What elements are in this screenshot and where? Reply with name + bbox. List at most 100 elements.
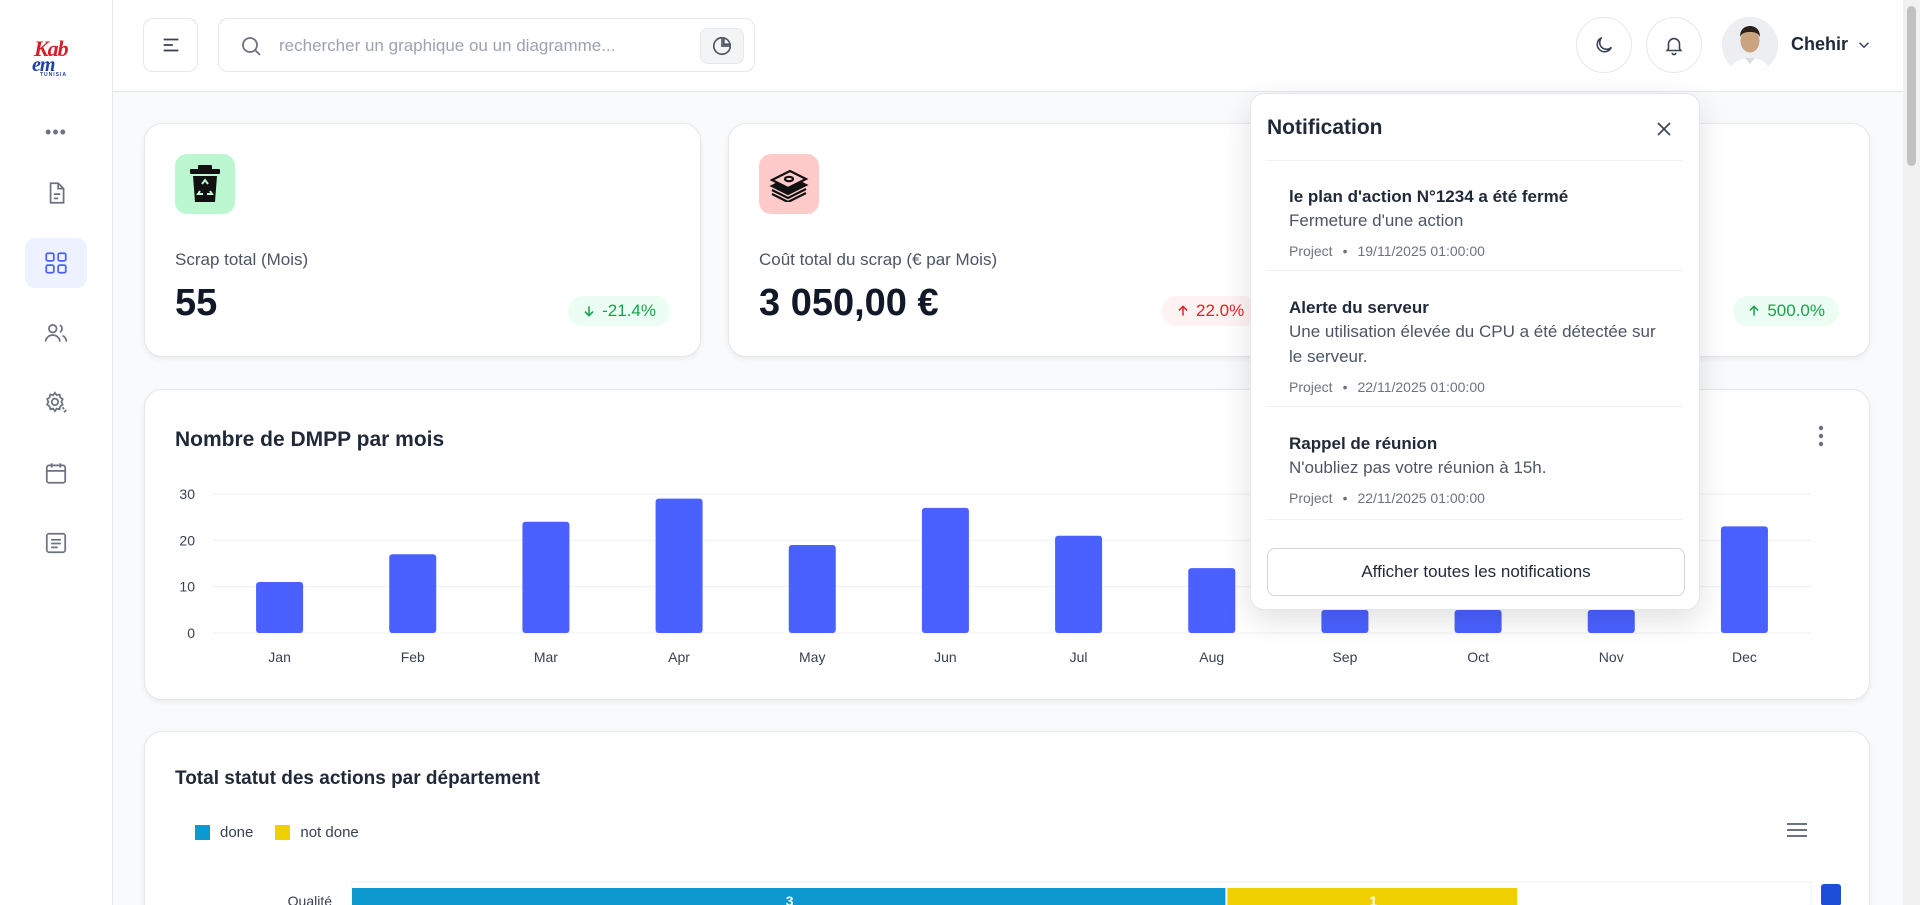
x-tick-label: Jun bbox=[934, 649, 957, 665]
bar-nov bbox=[1587, 609, 1635, 633]
kpi-change-value: 22.0% bbox=[1196, 301, 1245, 320]
data-label: 3 bbox=[786, 893, 794, 905]
logo-text-3: TUNISIA bbox=[40, 72, 67, 78]
notification-item-meta: Project • 22/11/2025 01:00:00 bbox=[1289, 490, 1485, 506]
notification-source: Project bbox=[1289, 379, 1333, 395]
sidebar-item-reports[interactable] bbox=[25, 518, 87, 568]
notification-title: Notification bbox=[1267, 116, 1383, 139]
kpi-change-badge: 22.0% bbox=[1162, 296, 1259, 326]
search-bar bbox=[218, 18, 755, 72]
close-icon[interactable] bbox=[1651, 116, 1677, 142]
kpi-label: Scrap total (Mois) bbox=[175, 250, 309, 269]
notification-time: 19/11/2025 01:00:00 bbox=[1357, 243, 1485, 259]
notification-item-title: Rappel de réunion bbox=[1289, 434, 1438, 453]
avatar-image bbox=[1722, 17, 1778, 73]
pie-chart-icon bbox=[712, 36, 732, 56]
x-tick-label: Feb bbox=[401, 649, 425, 665]
bar-jun bbox=[921, 507, 969, 633]
view-all-notifications-button[interactable]: Afficher toutes les notifications bbox=[1267, 548, 1685, 596]
kpi-value: 3 050,00 € bbox=[759, 282, 939, 324]
list-doc-icon bbox=[45, 532, 67, 554]
users-icon bbox=[44, 324, 68, 342]
sidebar-item-users[interactable] bbox=[25, 308, 87, 358]
sidebar-item-documents[interactable] bbox=[25, 168, 87, 218]
kpi-card-scrap: Scrap total (Mois) 55 -21.4% bbox=[144, 123, 701, 357]
bar-dec bbox=[1720, 526, 1768, 633]
bar-may bbox=[788, 544, 836, 633]
bar-feb bbox=[389, 554, 437, 633]
kpi-change-badge: 500.0% bbox=[1733, 296, 1839, 326]
user-name[interactable]: Chehir bbox=[1791, 34, 1848, 55]
more-dots-icon[interactable]: ••• bbox=[44, 122, 68, 142]
x-tick-label: Nov bbox=[1599, 649, 1624, 665]
moon-icon bbox=[1596, 36, 1613, 53]
notification-item-title: le plan d'action N°1234 a été fermé bbox=[1289, 187, 1569, 206]
sidebar: Kab em TUNISIA ••• bbox=[0, 0, 113, 905]
x-tick-label: Apr bbox=[668, 649, 690, 665]
kpi-value: 55 bbox=[175, 282, 218, 324]
search-icon bbox=[242, 37, 261, 56]
x-tick-label: Aug bbox=[1199, 649, 1224, 665]
notification-item-desc: Une utilisation élevée du CPU a été déte… bbox=[1289, 322, 1656, 366]
chart-search-button[interactable] bbox=[700, 28, 744, 64]
dot-separator: • bbox=[1342, 490, 1348, 506]
notification-item-title: Alerte du serveur bbox=[1289, 298, 1429, 317]
status-bar-chart: Qualité 3 1 bbox=[288, 881, 1841, 905]
page-scrollbar[interactable] bbox=[1903, 0, 1920, 905]
gear-icon bbox=[46, 391, 67, 413]
company-logo[interactable]: Kab em TUNISIA bbox=[30, 36, 82, 80]
bar-sep bbox=[1321, 609, 1369, 633]
calendar-icon bbox=[45, 463, 67, 484]
arrow-up-icon bbox=[1749, 305, 1759, 316]
notification-time: 22/11/2025 01:00:00 bbox=[1357, 379, 1485, 395]
money-icon bbox=[759, 154, 819, 214]
sidebar-item-calendar[interactable] bbox=[25, 448, 87, 498]
x-tick-label: Jan bbox=[268, 649, 291, 665]
notification-time: 22/11/2025 01:00:00 bbox=[1357, 490, 1485, 506]
x-tick-label: Mar bbox=[534, 649, 558, 665]
dark-mode-button[interactable] bbox=[1576, 17, 1632, 73]
arrow-up-icon bbox=[1178, 305, 1188, 316]
notification-panel: Notification le plan d'action N°1234 a é… bbox=[1250, 93, 1700, 610]
kpi-change-value: -21.4% bbox=[602, 301, 656, 320]
x-tick-label: Sep bbox=[1332, 649, 1357, 665]
kpi-label: Coût total du scrap (€ par Mois) bbox=[759, 250, 998, 269]
x-tick-label: Dec bbox=[1732, 649, 1757, 665]
dot-separator: • bbox=[1342, 379, 1348, 395]
menu-icon bbox=[163, 38, 178, 52]
x-tick-label: May bbox=[799, 649, 825, 665]
notifications-button[interactable] bbox=[1646, 17, 1702, 73]
dot-separator: • bbox=[1342, 243, 1348, 259]
x-tick-label: Jul bbox=[1070, 649, 1088, 665]
bar-jul bbox=[1055, 535, 1103, 633]
notification-source: Project bbox=[1289, 243, 1333, 259]
notification-item[interactable]: Rappel de réunion N'oubliez pas votre ré… bbox=[1267, 408, 1683, 520]
chevron-down-icon[interactable] bbox=[1855, 36, 1873, 54]
y-tick-label: 10 bbox=[179, 579, 195, 595]
scrollbar-thumb[interactable] bbox=[1907, 6, 1916, 166]
top-header: Chehir bbox=[113, 0, 1903, 92]
notification-item-desc: Fermeture d'une action bbox=[1289, 211, 1464, 230]
sidebar-item-settings[interactable] bbox=[25, 378, 87, 428]
grid-icon bbox=[45, 252, 67, 274]
notification-item-meta: Project • 19/11/2025 01:00:00 bbox=[1289, 243, 1485, 259]
document-icon bbox=[49, 182, 65, 204]
search-input[interactable] bbox=[279, 31, 679, 61]
notification-item[interactable]: Alerte du serveur Une utilisation élevée… bbox=[1267, 272, 1683, 407]
recycle-bin-icon bbox=[175, 154, 235, 214]
bar-jan bbox=[256, 582, 304, 633]
y-category-label: Qualité bbox=[288, 893, 333, 905]
sidebar-item-dashboard[interactable] bbox=[25, 238, 87, 288]
y-tick-label: 20 bbox=[179, 532, 195, 548]
scroll-arrow-icon bbox=[1821, 884, 1841, 905]
menu-toggle-button[interactable] bbox=[143, 18, 198, 72]
bar-aug bbox=[1188, 568, 1236, 633]
y-tick-label: 0 bbox=[187, 625, 195, 641]
kpi-change-value: 500.0% bbox=[1767, 301, 1825, 320]
notification-item[interactable]: le plan d'action N°1234 a été fermé Ferm… bbox=[1267, 161, 1683, 271]
user-avatar[interactable] bbox=[1722, 17, 1778, 73]
bar-apr bbox=[655, 498, 703, 633]
status-chart-card: Total statut des actions par département… bbox=[144, 731, 1870, 905]
arrow-down-icon bbox=[584, 306, 594, 317]
bar-mar bbox=[522, 521, 570, 633]
